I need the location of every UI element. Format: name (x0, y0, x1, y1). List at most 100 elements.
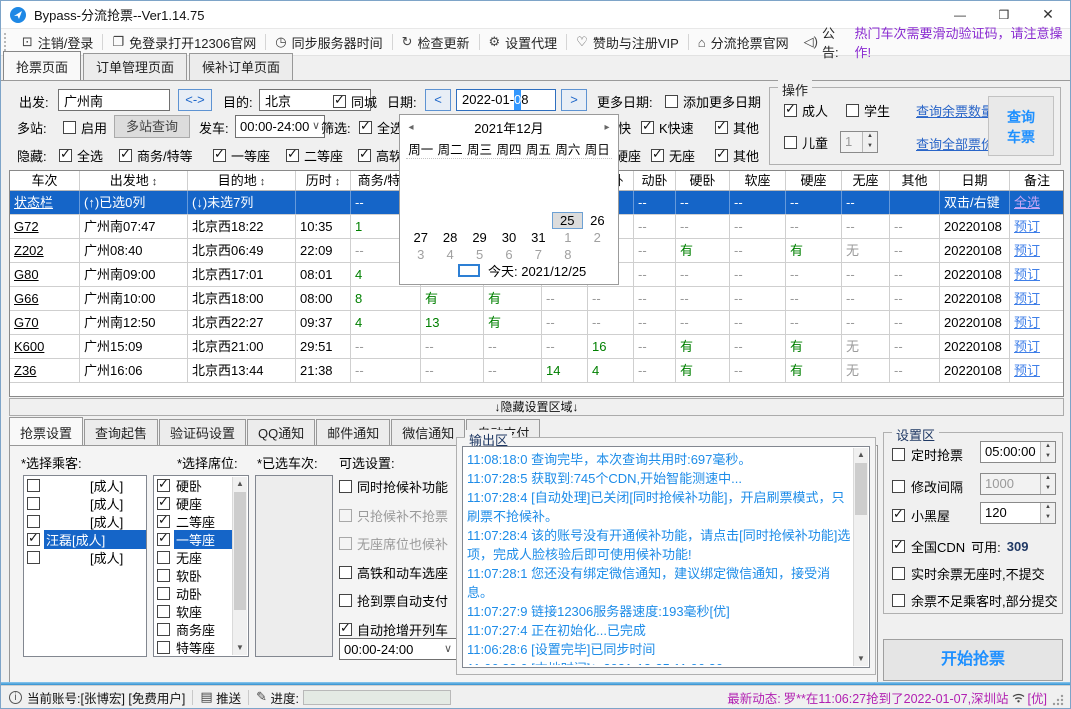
seat-hide-filter-二等座[interactable]: 二等座 (286, 146, 343, 165)
seat-checkbox[interactable] (157, 479, 170, 492)
option-高铁和动车选座[interactable]: 高铁和动车选座 (339, 563, 448, 582)
column-header-日期[interactable]: 日期 (940, 171, 1010, 190)
seat-checkbox[interactable] (157, 551, 170, 564)
seat-item[interactable]: 动卧 (154, 584, 233, 602)
setting-checkbox[interactable] (892, 509, 905, 522)
scrollbar-thumb[interactable] (855, 463, 867, 515)
setting-checkbox[interactable] (892, 448, 905, 461)
option-无座席位也候补[interactable]: 无座席位也候补 (339, 534, 448, 553)
seat-checkbox[interactable] (157, 515, 170, 528)
train-code-link[interactable]: G72 (14, 219, 39, 234)
option-抢到票自动支付[interactable]: 抢到票自动支付 (339, 591, 448, 610)
child-option[interactable]: 儿童 (784, 133, 828, 152)
passenger-checkbox[interactable] (27, 533, 40, 546)
same-city-option[interactable]: 同城 (333, 92, 377, 111)
table-cell[interactable]: 全选 (1010, 191, 1064, 214)
adult-option[interactable]: 成人 (784, 101, 828, 120)
option-checkbox[interactable] (339, 537, 352, 550)
setting-checkbox[interactable] (892, 480, 905, 493)
hide-settings-bar[interactable]: ↓隐藏设置区域↓ (9, 398, 1064, 416)
toolbar-item-1[interactable]: ⊡注销/登录 (13, 33, 103, 52)
seat-item[interactable]: 无座 (154, 548, 233, 566)
passenger-item[interactable]: [成人] (24, 548, 146, 566)
spin-down-icon[interactable]: ▼ (1041, 513, 1055, 523)
calendar-day[interactable]: 29 (465, 229, 494, 246)
train-type-filter-checkbox[interactable] (715, 121, 728, 134)
calendar-day[interactable]: 25 (552, 212, 583, 229)
passenger-item[interactable]: [成人] (24, 512, 146, 530)
spin-up-icon[interactable]: ▲ (863, 132, 877, 142)
scroll-up-icon[interactable]: ▲ (233, 477, 247, 491)
from-input[interactable] (58, 89, 170, 111)
add-more-dates-checkbox[interactable] (665, 95, 678, 108)
adult-checkbox[interactable] (784, 104, 797, 117)
calendar-day[interactable]: 1 (553, 229, 582, 246)
option-checkbox[interactable] (339, 509, 352, 522)
seat-checkbox[interactable] (157, 623, 170, 636)
calendar-day[interactable]: 26 (583, 212, 612, 229)
status-link[interactable]: 状态栏 (14, 195, 53, 210)
settings-tab-6[interactable]: 微信通知 (391, 419, 465, 446)
scroll-down-icon[interactable]: ▼ (854, 652, 868, 666)
passenger-checkbox[interactable] (27, 515, 40, 528)
seat-checkbox[interactable] (157, 641, 170, 654)
setting-checkbox[interactable] (892, 567, 905, 580)
column-header-出发地[interactable]: 出发地 ↕ (80, 171, 188, 190)
calendar-day[interactable]: 31 (524, 229, 553, 246)
date-prev-button[interactable]: < (425, 89, 451, 111)
passenger-checkbox[interactable] (27, 479, 40, 492)
toolbar-item-7[interactable]: ⌂分流抢票官网 (689, 33, 798, 52)
scrollbar-thumb[interactable] (234, 492, 246, 610)
today-label[interactable]: 今天: 2021/12/25 (488, 261, 586, 280)
option-自动抢增开列车[interactable]: 自动抢增开列车 (339, 620, 448, 639)
spin-up-icon[interactable]: ▲ (1041, 474, 1055, 484)
passenger-checkbox[interactable] (27, 551, 40, 564)
train-code-link[interactable]: Z202 (14, 243, 44, 258)
setting-spinner[interactable]: 1000▲▼ (980, 473, 1056, 495)
train-code-link[interactable]: Z36 (14, 363, 36, 378)
settings-tab-5[interactable]: 邮件通知 (316, 419, 390, 446)
same-city-checkbox[interactable] (333, 95, 346, 108)
calendar-day[interactable]: 2 (583, 229, 612, 246)
option-checkbox[interactable] (339, 594, 352, 607)
setting-checkbox[interactable] (892, 594, 905, 607)
option-checkbox[interactable] (339, 566, 352, 579)
seat-hide-filter-checkbox[interactable] (213, 149, 226, 162)
option-同时抢候补功能[interactable]: 同时抢候补功能 (339, 477, 448, 496)
child-count-spinner[interactable]: 1▲▼ (840, 131, 878, 153)
seat-hide-filter-一等座[interactable]: 一等座 (213, 146, 270, 165)
student-checkbox[interactable] (846, 104, 859, 117)
date-next-button[interactable]: > (561, 89, 587, 111)
train-type-filter-全选[interactable]: 全选 (359, 118, 403, 137)
query-all-prices-link[interactable]: 查询全部票价 (916, 134, 994, 153)
add-more-dates-option[interactable]: 添加更多日期 (665, 92, 761, 111)
seat-hide-filter-其他[interactable]: 其他 (715, 146, 759, 165)
seat-hide-filter-全选[interactable]: 全选 (59, 146, 103, 165)
settings-tab-2[interactable]: 查询起售 (84, 419, 158, 446)
spin-down-icon[interactable]: ▼ (1041, 452, 1055, 462)
spin-up-icon[interactable]: ▲ (1041, 442, 1055, 452)
calendar-day[interactable]: 30 (494, 229, 523, 246)
settings-tab-1[interactable]: 抢票设置 (9, 417, 83, 446)
train-type-filter-其他[interactable]: 其他 (715, 118, 759, 137)
train-code-link[interactable]: G66 (14, 291, 39, 306)
seat-item[interactable]: 硬卧 (154, 476, 233, 494)
seat-scrollbar[interactable]: ▲▼ (232, 477, 247, 655)
query-remaining-link[interactable]: 查询余票数量 (916, 101, 994, 120)
calendar-day[interactable]: 27 (406, 229, 435, 246)
scroll-down-icon[interactable]: ▼ (233, 641, 247, 655)
column-header-车次[interactable]: 车次 (10, 171, 80, 190)
train-code-link[interactable]: G80 (14, 267, 39, 282)
seat-item[interactable]: 一等座 (154, 530, 233, 548)
seat-item[interactable]: 商务座 (154, 620, 233, 638)
seat-item[interactable]: 特等座 (154, 638, 233, 656)
select-all-link[interactable]: 全选 (1014, 195, 1040, 210)
query-tickets-button[interactable]: 查询车票 (988, 96, 1054, 156)
seat-item[interactable]: 软座 (154, 602, 233, 620)
push-label[interactable]: 推送 (216, 688, 241, 707)
column-header-硬卧[interactable]: 硬卧 (676, 171, 730, 190)
calendar-day[interactable]: 28 (435, 229, 464, 246)
output-scrollbar[interactable]: ▲▼ (853, 448, 868, 666)
seat-item[interactable]: 二等座 (154, 512, 233, 530)
seat-hide-filter-无座[interactable]: 无座 (651, 146, 695, 165)
